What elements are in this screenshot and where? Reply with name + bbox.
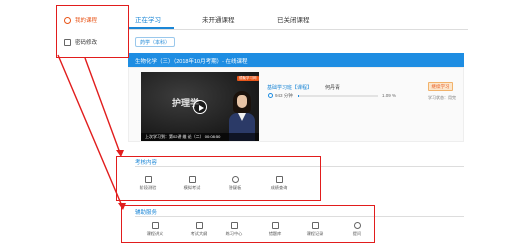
teacher-name: 何丹青	[325, 85, 341, 91]
progress-fill	[298, 95, 299, 97]
video-logo: 德聚学习网	[237, 76, 259, 81]
tab-closed[interactable]: 已关闭课程	[277, 14, 310, 24]
course-duration: 943 分钟	[275, 93, 293, 98]
major-filter-pill[interactable]: 药学（本科）	[135, 37, 176, 47]
progress-track	[298, 95, 378, 97]
progress-text: 1.09 %	[382, 93, 397, 98]
tab-studying[interactable]: 正在学习	[135, 14, 161, 24]
lesson-title-link[interactable]: 基础学习班【课程】	[267, 84, 312, 91]
tab-divider	[128, 28, 468, 29]
annotation-box-sidebar	[56, 5, 129, 58]
video-caption: 上次学习到：第02讲 维 论（二） 00:08:50	[141, 133, 259, 141]
course-title: 生物化学（三）（2018年10月考期）- 在线课程	[135, 59, 248, 65]
annotation-box-exam	[116, 156, 321, 201]
continue-learning-button[interactable]: 继续学习	[428, 82, 453, 91]
tab-not-opened[interactable]: 未开通课程	[202, 14, 235, 24]
clock-icon	[268, 93, 273, 98]
annotation-box-service	[121, 205, 375, 243]
video-thumbnail[interactable]: 德聚学习网 护理学 上次学习到：第02讲 维 论（二） 00:08:50	[141, 72, 259, 141]
learning-status: 学习状态：用完	[428, 95, 456, 100]
play-icon[interactable]	[193, 100, 207, 114]
